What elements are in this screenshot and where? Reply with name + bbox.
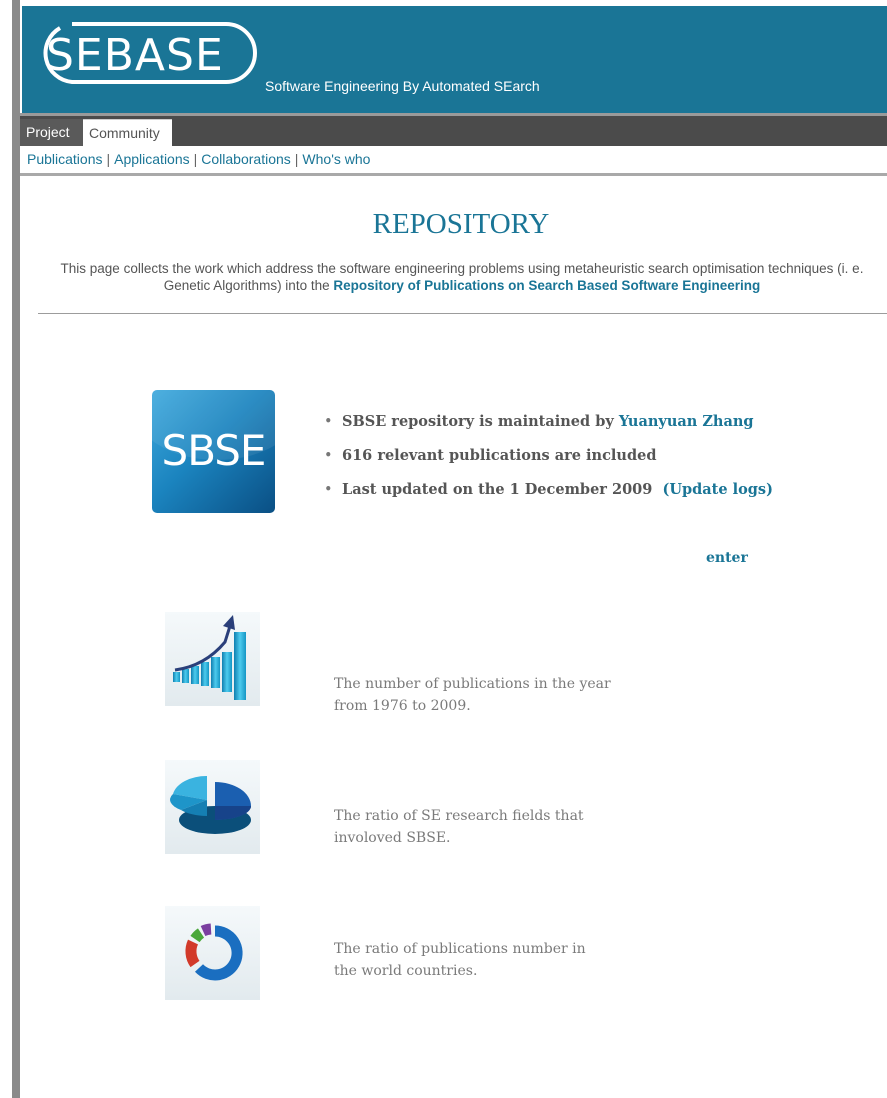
tab-bar: Project Community [20,113,887,149]
stat-line: the world countries. [334,963,478,979]
page-title: REPOSITORY [372,208,550,240]
maintainer-link[interactable]: Yuanyuan Zhang [619,413,754,430]
bar-chart-icon[interactable] [165,612,260,706]
stat-line: The ratio of publications number in [334,941,586,957]
nav-collaborations[interactable]: Collaborations [201,151,291,167]
nav-publications[interactable]: Publications [27,151,103,167]
fact-maintainer-text: SBSE repository is maintained by [342,413,614,430]
repository-link[interactable]: Repository of Publications on Search Bas… [333,278,760,293]
fact-updated-text: Last updated on the 1 December 2009 [342,481,653,498]
tab-project[interactable]: Project [20,119,83,146]
stat-text-world-countries: The ratio of publications number in the … [334,938,614,982]
logo-text: SEBASE [46,30,224,81]
pie-chart-icon[interactable] [165,760,260,854]
stat-line: from 1976 to 2009. [334,698,471,714]
nav-applications[interactable]: Applications [114,151,190,167]
sbse-badge: SBSE [152,390,275,513]
repository-facts: SBSE repository is maintained by Yuanyua… [322,408,773,510]
stat-text-publications-by-year: The number of publications in the year f… [334,673,614,717]
fact-maintainer: SBSE repository is maintained by Yuanyua… [322,408,773,442]
site-tagline: Software Engineering By Automated SEarch [265,78,540,94]
stat-text-research-fields: The ratio of SE research fields that inv… [334,805,614,849]
update-logs-link[interactable]: (Update logs) [662,481,773,498]
left-border [12,0,20,1098]
tab-community[interactable]: Community [83,119,172,149]
sebase-logo[interactable]: SEBASE [40,20,258,86]
ring-chart-icon[interactable] [165,906,260,1000]
section-divider [38,313,887,314]
enter-link[interactable]: enter [706,550,748,566]
sub-navigation: Publications | Applications | Collaborations… [20,146,887,176]
nav-separator: | [106,151,111,167]
site-header: SEBASE Software Engineering By Automated… [22,6,887,113]
fact-updated: Last updated on the 1 December 2009 (Upd… [322,476,773,510]
stat-line: The ratio of SE research fields that [334,808,584,824]
stat-line: The number of publications in the year [334,676,611,692]
fact-publications: 616 relevant publications are included [322,442,773,476]
sbse-badge-text: SBSE [161,426,267,475]
nav-whos-who[interactable]: Who's who [302,151,370,167]
nav-separator: | [193,151,198,167]
nav-separator: | [294,151,299,167]
intro-paragraph: This page collects the work which addres… [40,260,884,294]
fact-publications-text: 616 relevant publications are included [342,447,657,464]
stat-line: involoved SBSE. [334,830,451,846]
